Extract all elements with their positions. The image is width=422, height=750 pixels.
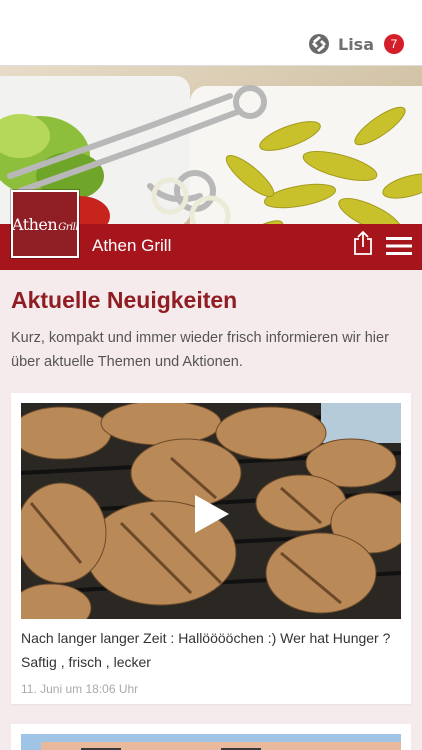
- notification-badge[interactable]: 7: [384, 34, 404, 54]
- news-post-card[interactable]: [11, 724, 411, 750]
- restaurant-logo: AthenGrill: [11, 190, 79, 258]
- user-profile[interactable]: Lisa 7: [308, 32, 404, 56]
- logo-text-main: Athen: [11, 214, 58, 234]
- share-icon[interactable]: [352, 230, 374, 256]
- play-icon[interactable]: [193, 493, 231, 535]
- logo-text-script: Grill: [58, 221, 79, 233]
- hamburger-menu-icon[interactable]: [386, 236, 412, 256]
- user-name: Lisa: [338, 34, 374, 54]
- page-title: Aktuelle Neuigkeiten: [11, 287, 238, 313]
- post-date: 11. Juni um 18:06 Uhr: [21, 682, 139, 696]
- post-image[interactable]: [21, 734, 401, 750]
- intro-text: Kurz, kompakt und immer wieder frisch in…: [11, 330, 389, 370]
- news-post-card[interactable]: Nach langer langer Zeit : Hallööööchen :…: [11, 393, 411, 704]
- restaurant-name: Athen Grill: [92, 236, 172, 255]
- app-logo-icon: [309, 34, 329, 54]
- post-text: Nach langer langer Zeit : Hallööööchen :…: [21, 630, 391, 670]
- top-bar: Lisa 7: [0, 0, 422, 66]
- post-video-thumbnail[interactable]: [21, 403, 401, 619]
